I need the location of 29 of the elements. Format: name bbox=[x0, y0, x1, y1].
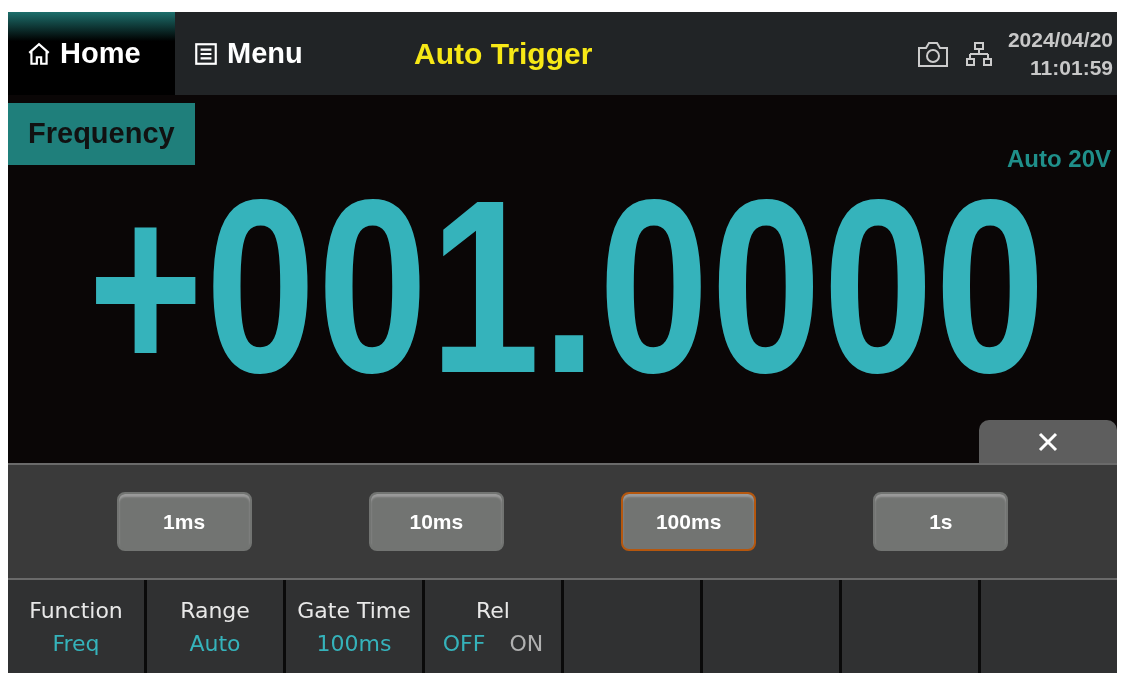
time-text: 11:01:59 bbox=[1030, 54, 1113, 81]
softkey-value: 100ms bbox=[316, 630, 392, 656]
range-label: Auto 20V bbox=[1007, 145, 1111, 173]
gate-time-option[interactable]: 10ms bbox=[368, 492, 504, 551]
gate-time-option[interactable]: 1s bbox=[873, 492, 1009, 551]
home-icon bbox=[26, 40, 52, 67]
softkey[interactable]: Rel OFF ON bbox=[425, 580, 561, 673]
trigger-mode: Auto Trigger bbox=[414, 36, 593, 71]
softkey-value: Freq bbox=[52, 630, 100, 656]
softkey-title: Gate Time bbox=[297, 597, 411, 623]
softkey-title: Rel bbox=[476, 597, 510, 623]
date-text: 2024/04/20 bbox=[1007, 26, 1113, 53]
toggle-option: ON bbox=[509, 630, 544, 656]
network-icon bbox=[965, 40, 992, 67]
close-icon bbox=[1037, 430, 1059, 453]
close-button[interactable] bbox=[979, 420, 1117, 463]
softkey-title: Range bbox=[180, 597, 250, 623]
gate-time-option[interactable]: 100ms bbox=[621, 492, 757, 551]
measurement-reading: +001.0000 bbox=[87, 190, 1048, 384]
toggle-option: OFF bbox=[442, 630, 486, 656]
nav-tab[interactable]: Home bbox=[8, 12, 175, 95]
menu-icon bbox=[193, 40, 219, 67]
softkey[interactable]: Gate Time 100ms bbox=[286, 580, 422, 673]
gate-time-option[interactable]: 1ms bbox=[116, 492, 252, 551]
softkey-title: Function bbox=[29, 597, 123, 623]
softkey[interactable]: Function Freq bbox=[8, 580, 144, 673]
softkey-value: Auto bbox=[189, 630, 241, 656]
function-label: Frequency bbox=[8, 103, 195, 165]
softkey[interactable]: Range Auto bbox=[147, 580, 283, 673]
